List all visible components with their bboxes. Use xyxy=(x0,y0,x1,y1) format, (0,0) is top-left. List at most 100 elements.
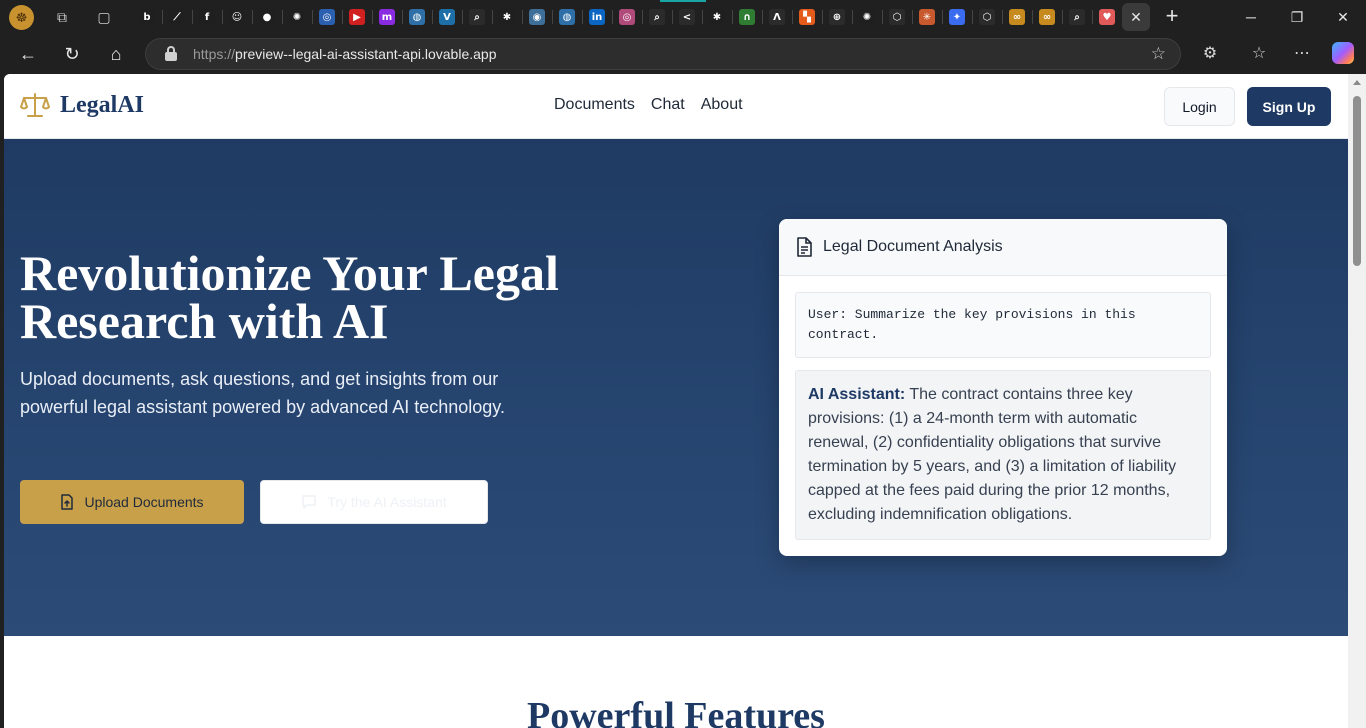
restore-button[interactable]: ❐ xyxy=(1274,0,1320,34)
pinned-tab[interactable]: V xyxy=(433,3,461,31)
login-button[interactable]: Login xyxy=(1164,87,1235,126)
ai-message: The contract contains three key provisio… xyxy=(808,386,1177,523)
pinned-tab[interactable]: Λ xyxy=(763,3,791,31)
arc-icon: ∩ xyxy=(739,9,755,25)
pinned-tab[interactable]: ✺ xyxy=(853,3,881,31)
refresh-button[interactable]: ↻ xyxy=(60,42,84,66)
pinned-tab[interactable]: ◍ xyxy=(553,3,581,31)
scrollbar-thumb[interactable] xyxy=(1353,96,1361,266)
home-button[interactable]: ⌂ xyxy=(104,42,128,66)
close-window-button[interactable]: ✕ xyxy=(1320,0,1366,34)
search-icon: ⌕ xyxy=(1069,9,1085,25)
copilot-icon[interactable] xyxy=(1332,42,1354,64)
hero-subtitle: Upload documents, ask questions, and get… xyxy=(20,369,505,417)
page-viewport: LegalAI Documents Chat About Login Sign … xyxy=(4,74,1348,728)
pinned-tab[interactable]: f xyxy=(193,3,221,31)
nav-documents[interactable]: Documents xyxy=(554,96,635,114)
address-bar[interactable]: https://preview--legal-ai-assistant-api.… xyxy=(145,38,1181,70)
active-tab[interactable]: ✕ xyxy=(1122,3,1150,31)
chat-bubble-icon xyxy=(302,495,317,509)
url-text[interactable]: https://preview--legal-ai-assistant-api.… xyxy=(193,46,497,62)
pinned-tab[interactable]: ☺ xyxy=(223,3,251,31)
pinned-tab[interactable]: ✺ xyxy=(283,3,311,31)
pinned-tab[interactable]: ∞ xyxy=(1033,3,1061,31)
pinned-tab[interactable]: ∩ xyxy=(733,3,761,31)
extensions-icon[interactable]: ⚙ xyxy=(1198,42,1222,66)
pinned-tab[interactable]: ⟋ xyxy=(163,3,191,31)
pinned-tab[interactable]: ◉ xyxy=(523,3,551,31)
pinned-tab[interactable]: ⌕ xyxy=(643,3,671,31)
site-header: LegalAI Documents Chat About Login Sign … xyxy=(4,74,1348,139)
pinned-tab[interactable]: b xyxy=(133,3,161,31)
pinned-tab[interactable]: ▶ xyxy=(343,3,371,31)
nav-chat[interactable]: Chat xyxy=(651,96,685,114)
pinned-tab[interactable]: ∞ xyxy=(1003,3,1031,31)
favorite-star-icon[interactable]: ☆ xyxy=(1151,44,1166,64)
workspaces-icon[interactable]: ⧉ xyxy=(53,8,71,26)
pinned-tab[interactable]: ✦ xyxy=(943,3,971,31)
share-icon: < xyxy=(679,9,695,25)
tab-actions-icon[interactable]: ▢ xyxy=(95,8,113,26)
more-options-icon[interactable]: ⋯ xyxy=(1290,42,1314,66)
pinned-tab[interactable]: ● xyxy=(253,3,281,31)
pinned-tab[interactable]: m xyxy=(373,3,401,31)
linkedin-icon: in xyxy=(589,9,605,25)
box-icon: ⬡ xyxy=(889,9,905,25)
card-title: Legal Document Analysis xyxy=(823,238,1003,255)
pinned-tab[interactable]: ♥ xyxy=(1093,3,1121,31)
site-logo[interactable]: LegalAI xyxy=(20,91,144,119)
pinned-tab[interactable]: ✱ xyxy=(493,3,521,31)
pinned-tab[interactable]: ✱ xyxy=(703,3,731,31)
logo-text: LegalAI xyxy=(60,91,144,118)
pinned-tab[interactable]: ⬡ xyxy=(883,3,911,31)
heart-icon: ♥ xyxy=(1099,9,1115,25)
back-button[interactable]: ← xyxy=(16,42,40,66)
pink-circle-icon: ◎ xyxy=(619,9,635,25)
pinned-tab[interactable]: ◎ xyxy=(313,3,341,31)
page-scrollbar[interactable] xyxy=(1348,74,1366,728)
globe-icon: ◉ xyxy=(529,9,545,25)
caret-icon: Λ xyxy=(769,9,785,25)
pinned-tab[interactable]: ◎ xyxy=(613,3,641,31)
favorites-icon[interactable]: ☆ xyxy=(1247,42,1271,66)
v-icon: V xyxy=(439,9,455,25)
scroll-up-icon[interactable] xyxy=(1353,80,1361,85)
features-heading: Powerful Features xyxy=(527,695,825,728)
gemini-icon: ✦ xyxy=(949,9,965,25)
pinned-tab[interactable]: ⌕ xyxy=(463,3,491,31)
signup-button[interactable]: Sign Up xyxy=(1247,87,1331,126)
box-icon: ⬡ xyxy=(979,9,995,25)
minimize-button[interactable]: ─ xyxy=(1228,0,1274,34)
pinned-tab[interactable]: ⬡ xyxy=(973,3,1001,31)
profile-avatar-icon[interactable]: ☸ xyxy=(9,5,34,30)
pinned-tab[interactable]: ▚ xyxy=(793,3,821,31)
pinned-tab[interactable]: ◍ xyxy=(403,3,431,31)
file-upload-icon xyxy=(61,494,74,510)
m-icon: m xyxy=(379,9,395,25)
ai-response: AI Assistant: The contract contains thre… xyxy=(795,370,1211,540)
pinned-tab[interactable]: ⌕ xyxy=(1063,3,1091,31)
trend-icon: ⟋ xyxy=(169,9,185,25)
pinned-tab[interactable]: < xyxy=(673,3,701,31)
browser-tab-bar: ☸ ⧉ ▢ b ⟋ f ☺ ● ✺ ◎ ▶ m ◍ V ⌕ ✱ ◉ ◍ in ◎ ⌕ < ✱ ∩ Λ ▚ ⊕ ✺ ⬡ ✳ ✦ ⬡ ∞ ∞ ⌕ ♥… xyxy=(0,0,1366,34)
nav-about[interactable]: About xyxy=(701,96,743,114)
claude-icon: ✳ xyxy=(919,9,935,25)
lock-icon[interactable] xyxy=(164,46,178,62)
new-tab-button[interactable]: + xyxy=(1160,5,1184,29)
upload-documents-button[interactable]: Upload Documents xyxy=(20,480,244,524)
openai-icon: ✺ xyxy=(289,9,305,25)
document-analysis-card: Legal Document Analysis User: Summarize … xyxy=(779,219,1227,556)
pinned-tab[interactable]: ⊕ xyxy=(823,3,851,31)
main-nav: Documents Chat About xyxy=(554,96,743,114)
search-icon: ⌕ xyxy=(469,9,485,25)
bug-icon: ✱ xyxy=(499,9,515,25)
pinned-tab[interactable]: in xyxy=(583,3,611,31)
openai-icon: ✺ xyxy=(859,9,875,25)
hero-section: Revolutionize Your Legal Research with A… xyxy=(4,139,1348,636)
try-ai-assistant-button[interactable]: Try the AI Assistant xyxy=(260,480,488,524)
hero-title: Revolutionize Your Legal Research with A… xyxy=(20,248,720,346)
scales-icon xyxy=(20,93,50,117)
pinned-tab[interactable]: ✳ xyxy=(913,3,941,31)
close-tab-icon[interactable]: ✕ xyxy=(1130,9,1142,26)
user-message: User: Summarize the key provisions in th… xyxy=(795,292,1211,358)
